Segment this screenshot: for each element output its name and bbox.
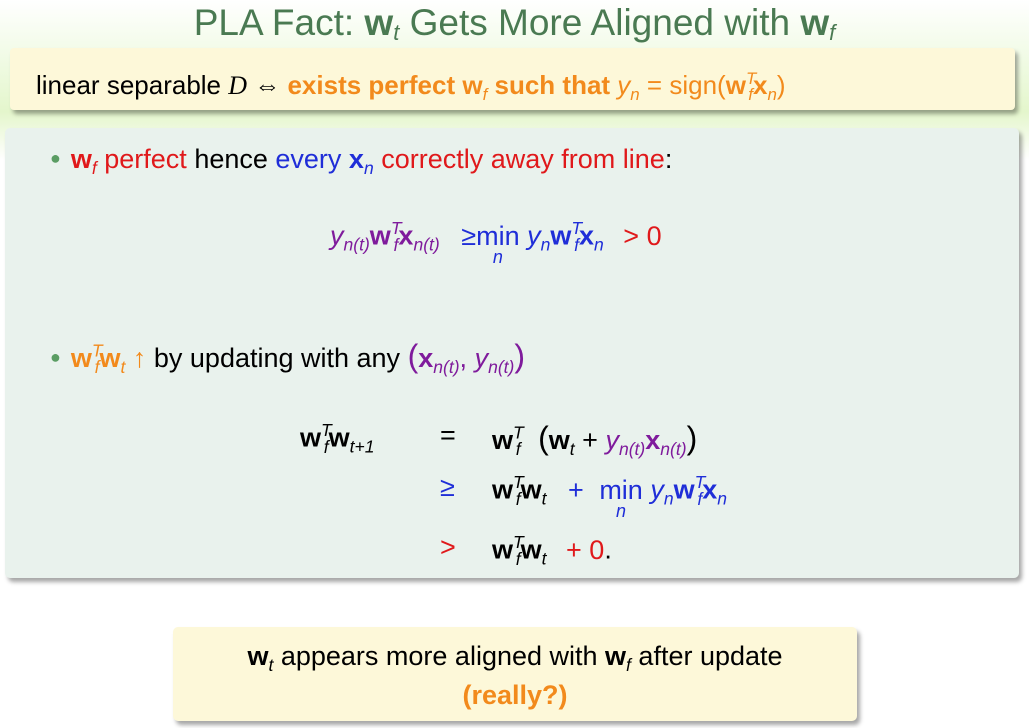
equation-2-rhs-1: wTf (wt + yn(t)xn(t)) xyxy=(492,420,698,460)
equation-2-line-1: wTfwt+1 xyxy=(300,420,375,457)
equation-2-rhs-2: wTfwt + min n ynwTfxn xyxy=(492,472,728,521)
equation-1: yn(t)wTfxn(t) ≥min n ynwTfxn > 0 xyxy=(330,218,662,267)
dataset-symbol: D xyxy=(228,71,248,101)
bullet-1: ● wf perfect hence every xn correctly awa… xyxy=(50,144,673,179)
note-line-1: wt appears more aligned with wf after up… xyxy=(247,641,783,676)
equation-2-equals: = xyxy=(440,420,456,450)
bullet-dot-icon: ● xyxy=(50,347,61,367)
note-box: wt appears more aligned with wf after up… xyxy=(173,627,857,721)
fact-text-1: linear separable xyxy=(36,70,229,101)
slide-title: PLA Fact: wt Gets More Aligned with wf xyxy=(193,2,836,45)
bullet-dot-icon: ● xyxy=(50,148,61,168)
bullet-2: ● wTfwt ↑ by updating with any (xn(t), yn… xyxy=(50,338,526,378)
equation-2-rhs-3: wTfwt + 0. xyxy=(492,532,612,569)
equation-2-gt: > xyxy=(440,532,456,562)
iff-symbol: ⇔ xyxy=(247,70,288,101)
note-really: (really?) xyxy=(462,680,568,711)
equation-2-ge: ≥ xyxy=(440,472,455,502)
fact-condition: yn = sign(wTfxn) xyxy=(617,69,786,105)
fact-text-2: exists perfect wf such that xyxy=(287,70,618,105)
min-operator: min n xyxy=(476,220,520,267)
fact-box: linear separable D ⇔ exists perfect wf s… xyxy=(10,48,1015,110)
min-operator: min n xyxy=(599,474,643,521)
